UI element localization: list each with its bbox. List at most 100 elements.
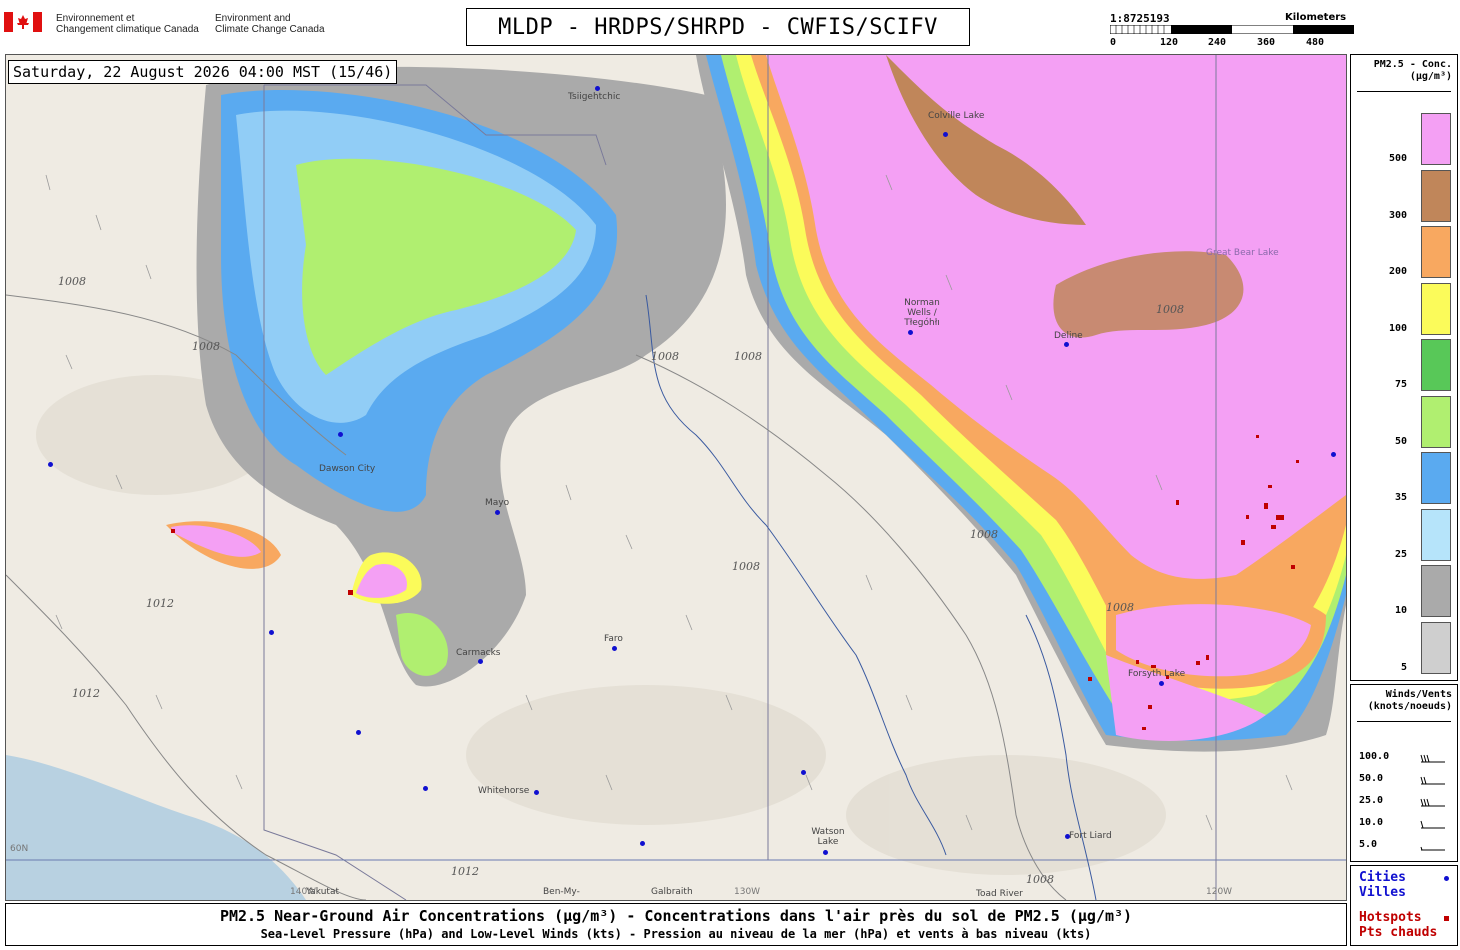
pm25-swatch-10 — [1421, 565, 1451, 617]
city-label-tsiigehtchic: Tsiigehtchic — [568, 92, 621, 102]
city-dot[interactable] — [423, 786, 428, 791]
wind-barb-icon — [1420, 820, 1445, 829]
label-great-bear-lake: Great Bear Lake — [1206, 248, 1279, 258]
isobar-label: 1012 — [146, 597, 174, 610]
hotspots-label-en: Hotspots — [1359, 910, 1422, 925]
pm25-value-75: 75 — [1394, 379, 1407, 390]
symbols-legend: Cities Villes Hotspots Pts chauds — [1350, 865, 1458, 946]
pm25-value-300: 300 — [1388, 209, 1407, 221]
city-label-whitehorse: Whitehorse — [478, 786, 530, 796]
wind-legend: Winds/Vents (knots/noeuds) 100.0 50.0 25.0… — [1350, 684, 1458, 862]
city-dot[interactable] — [356, 730, 361, 735]
city-dot-carmacks[interactable] — [478, 659, 483, 664]
pm25-value-200: 200 — [1388, 266, 1407, 277]
city-label-mayo: Mayo — [485, 498, 510, 508]
scale-unit: Kilometers — [1285, 12, 1347, 23]
city-dot[interactable] — [640, 841, 645, 846]
pm25-swatch-100 — [1421, 282, 1451, 335]
agency-fr-line2: Changement climatique Canada — [56, 24, 199, 35]
city-dot-mayo[interactable] — [495, 510, 500, 515]
agency-en-line2: Climate Change Canada — [215, 24, 325, 35]
pm25-value-50: 50 — [1394, 435, 1407, 447]
isobar-label: 1008 — [192, 340, 220, 353]
pm25-swatch-50 — [1421, 395, 1451, 448]
wind-speed-value: 100.0 — [1359, 751, 1390, 762]
city-dot-forsyth-lake[interactable] — [1159, 681, 1164, 686]
map-caption: PM2.5 Near-Ground Air Concentrations (µg… — [5, 903, 1347, 946]
city-label-colville-lake: Colville Lake — [928, 111, 985, 121]
city-dot-dawson[interactable] — [338, 432, 343, 437]
isobar-label: 1008 — [1156, 303, 1184, 316]
isobar-label: 1008 — [58, 275, 86, 288]
pm25-swatch-300 — [1421, 169, 1451, 222]
wind-barb-icon — [1420, 776, 1445, 785]
city-label-dawson: Dawson City — [319, 464, 376, 474]
isobar-label: 1012 — [451, 865, 479, 878]
city-dot[interactable] — [1331, 452, 1336, 457]
isobar-label: 1008 — [1106, 601, 1134, 614]
city-label-faro: Faro — [604, 634, 623, 644]
map-panel[interactable]: Tsiigehtchic Colville Lake Norman Wells … — [5, 54, 1347, 901]
wind-legend-title-1: Winds/Vents — [1385, 689, 1452, 700]
scale-tick-480: 480 — [1306, 37, 1325, 48]
agency-en-line1: Environment and — [215, 13, 291, 24]
city-dot-deline[interactable] — [1064, 342, 1069, 347]
city-dot-icon — [1444, 876, 1449, 881]
city-label-norman-wells: Norman Wells / Tłegóhłı — [904, 298, 940, 328]
scale-tick-0: 0 — [1110, 37, 1117, 48]
wind-legend-row: 5.0 — [1359, 839, 1451, 853]
city-label-forsyth-lake: Forsyth Lake — [1128, 669, 1186, 679]
wind-speed-value: 10.0 — [1359, 817, 1384, 828]
isobar-label: 1008 — [970, 528, 998, 541]
pm25-value-25: 25 — [1394, 548, 1407, 560]
city-label-watson-lake: Watson Lake — [811, 827, 845, 847]
city-dot-tsiigehtchic[interactable] — [595, 86, 600, 91]
pm25-legend-title-1: PM2.5 - Conc. — [1373, 59, 1452, 70]
city-dot[interactable] — [801, 770, 806, 775]
wind-legend-title-2: (knots/noeuds) — [1367, 701, 1452, 712]
label-lon-130: 130W — [734, 887, 761, 897]
pm25-swatch-35 — [1421, 452, 1451, 504]
pm25-legend: PM2.5 - Conc. (µg/m³) 500 300 200 100 75 50 35… — [1350, 54, 1458, 681]
agency-name-en: Environment and Climate Change Canada — [215, 13, 325, 35]
city-label-fort-liard: Fort Liard — [1069, 831, 1112, 841]
product-title: MLDP - HRDPS/SHRPD - CWFIS/SCIFV — [466, 8, 970, 46]
wind-speed-value: 50.0 — [1359, 773, 1384, 784]
wind-legend-row: 25.0 — [1359, 795, 1451, 809]
city-label-deline: Deline — [1054, 331, 1083, 341]
wind-barb-icon — [1420, 754, 1445, 763]
city-dot-watson-lake[interactable] — [823, 850, 828, 855]
label-lat-60: 60N — [10, 844, 29, 854]
city-dot[interactable] — [48, 462, 53, 467]
pm25-value-10: 10 — [1394, 605, 1407, 616]
pm25-swatch-5 — [1421, 621, 1451, 674]
city-dot-faro[interactable] — [612, 646, 617, 651]
scale-tick-360: 360 — [1257, 37, 1276, 48]
scale-bar — [1110, 25, 1354, 34]
pm25-value-5: 5 — [1400, 661, 1407, 673]
smoke-plume-west — [166, 66, 726, 687]
city-dot[interactable] — [269, 630, 274, 635]
isobar-label: 1008 — [734, 350, 762, 363]
smoke-plume-east — [696, 55, 1346, 752]
cities-label-en: Cities — [1359, 870, 1406, 885]
city-dot-norman-wells[interactable] — [908, 330, 913, 335]
agency-name-fr: Environnement et Changement climatique C… — [56, 13, 199, 35]
agency-fr-line1: Environnement et — [56, 13, 135, 24]
wind-legend-row: 10.0 — [1359, 817, 1451, 831]
wind-barb-icon — [1420, 798, 1445, 807]
pm25-value-35: 35 — [1394, 492, 1407, 503]
wind-legend-row: 50.0 — [1359, 773, 1451, 787]
city-dot-whitehorse[interactable] — [534, 790, 539, 795]
isobar-label: 1008 — [1026, 873, 1054, 886]
wind-barb-icon — [1420, 846, 1445, 851]
label-lon-120: 120W — [1206, 887, 1233, 897]
wind-speed-value: 25.0 — [1359, 795, 1384, 806]
pm25-swatch-75 — [1421, 339, 1451, 391]
scale-tick-240: 240 — [1208, 37, 1227, 48]
wind-legend-row: 100.0 — [1359, 751, 1451, 765]
hotspot-square-icon — [1444, 916, 1449, 921]
pm25-value-100: 100 — [1388, 322, 1407, 334]
city-dot-colville-lake[interactable] — [943, 132, 948, 137]
city-label-carmacks: Carmacks — [456, 648, 501, 658]
